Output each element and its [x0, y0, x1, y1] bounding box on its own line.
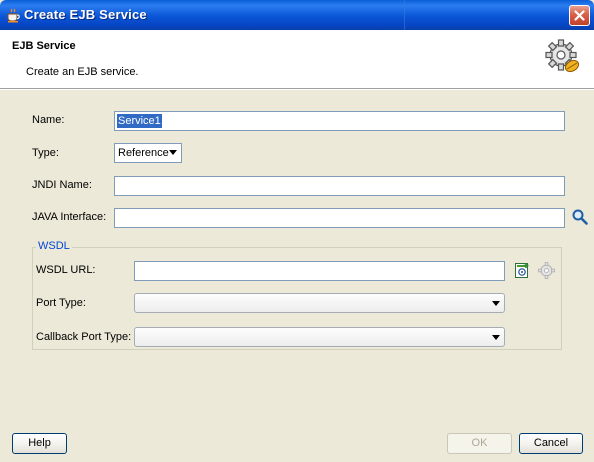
title-separator	[404, 0, 405, 30]
chevron-down-icon	[169, 150, 177, 155]
port-type-dropdown[interactable]	[134, 293, 505, 313]
ok-button[interactable]: OK	[447, 433, 512, 454]
wsdl-generate-icon[interactable]	[514, 262, 531, 279]
wsdl-group-legend: WSDL	[36, 240, 72, 252]
callback-port-type-label: Callback Port Type:	[36, 331, 132, 343]
header-panel: EJB Service Create an EJB service.	[0, 30, 594, 88]
gear-icon[interactable]	[538, 262, 555, 279]
help-button[interactable]: Help	[12, 433, 67, 454]
wsdl-url-label: WSDL URL:	[36, 264, 96, 276]
name-field[interactable]: Service1	[114, 111, 565, 131]
cancel-button[interactable]: Cancel	[519, 433, 583, 454]
java-interface-label: JAVA Interface:	[32, 211, 107, 223]
window-title: Create EJB Service	[24, 7, 147, 22]
header-subtitle: Create an EJB service.	[26, 66, 139, 78]
java-interface-field[interactable]	[114, 208, 565, 228]
jndi-name-field[interactable]	[114, 176, 565, 196]
header-divider	[0, 88, 594, 90]
callback-port-type-dropdown[interactable]	[134, 327, 505, 347]
type-value: Reference	[118, 147, 169, 159]
close-icon	[574, 10, 585, 21]
name-value: Service1	[117, 114, 162, 128]
chevron-down-icon	[492, 301, 500, 306]
chevron-down-icon	[492, 335, 500, 340]
coffee-cup-icon	[7, 8, 20, 23]
gear-wizard-icon	[545, 39, 580, 73]
port-type-label: Port Type:	[36, 297, 86, 309]
create-ejb-service-dialog: Create EJB Service EJB Service Create an…	[0, 0, 594, 462]
wsdl-url-field[interactable]	[134, 261, 505, 281]
jndi-name-label: JNDI Name:	[32, 179, 92, 191]
type-label: Type:	[32, 147, 59, 159]
name-label: Name:	[32, 114, 65, 126]
close-button[interactable]	[569, 5, 590, 26]
type-dropdown[interactable]: Reference	[114, 143, 182, 163]
title-bar: Create EJB Service	[0, 0, 594, 30]
search-icon[interactable]	[571, 208, 589, 226]
header-title: EJB Service	[12, 40, 76, 52]
